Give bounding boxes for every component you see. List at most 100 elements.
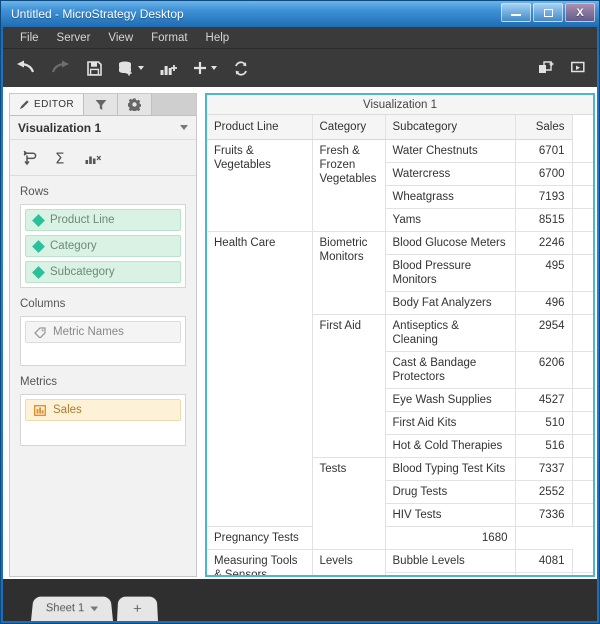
cell-subcategory[interactable]: Eye Wash Supplies bbox=[385, 388, 516, 413]
visualization-type-button[interactable] bbox=[85, 150, 102, 166]
add-sheet-button[interactable]: + bbox=[116, 596, 158, 621]
cell-category[interactable]: Tests bbox=[312, 457, 386, 551]
data-grid: Product Line Category Subcategory Sales … bbox=[207, 115, 593, 575]
cell-sales[interactable]: 4081 bbox=[515, 549, 573, 574]
cell-subcategory[interactable]: Wheatgrass bbox=[385, 185, 516, 210]
save-button[interactable] bbox=[87, 60, 102, 76]
grid-scroll-area[interactable]: Product Line Category Subcategory Sales … bbox=[207, 115, 593, 575]
tab-filters[interactable] bbox=[84, 94, 118, 115]
column-header-subcategory[interactable]: Subcategory bbox=[385, 115, 516, 141]
menu-item-file[interactable]: File bbox=[11, 30, 48, 46]
cell-subcategory[interactable]: Pregnancy Tests bbox=[207, 526, 313, 551]
table-row[interactable]: Health Care Biometric Monitors Blood Gluco… bbox=[207, 231, 593, 528]
cell-sales[interactable]: 2246 bbox=[515, 231, 573, 256]
cell-sales[interactable]: 496 bbox=[515, 291, 573, 316]
tab-settings[interactable] bbox=[118, 94, 152, 115]
menu-item-server[interactable]: Server bbox=[48, 30, 100, 46]
cell-subcategory[interactable]: Hot & Cold Therapies bbox=[385, 434, 516, 459]
maximize-icon bbox=[543, 8, 553, 17]
cell-subcategory[interactable]: Drug Tests bbox=[385, 480, 516, 505]
column-header-category[interactable]: Category bbox=[312, 115, 386, 141]
add-visualization-icon bbox=[160, 64, 177, 75]
cell-sales[interactable]: 6701 bbox=[515, 139, 573, 164]
add-visualization-button[interactable] bbox=[160, 61, 177, 76]
cell-sales[interactable]: 516 bbox=[515, 434, 573, 459]
visualization-selector-label: Visualization 1 bbox=[18, 120, 102, 135]
table-row[interactable]: Pregnancy Tests 1680 bbox=[207, 526, 593, 551]
cell-subcategory[interactable]: Blood Pressure Monitors bbox=[385, 254, 516, 293]
column-header-sales[interactable]: Sales bbox=[515, 115, 573, 141]
cell-subcategory[interactable]: Laser Levels bbox=[385, 572, 516, 575]
undo-button[interactable] bbox=[15, 60, 35, 76]
table-row[interactable]: Measuring Tools & SensorsLevelsBubble Le… bbox=[207, 549, 593, 575]
cell-subcategory[interactable]: Yams bbox=[385, 208, 516, 233]
shelf-rows-dropzone[interactable]: Product Line Category Subcategory bbox=[20, 204, 186, 288]
cell-sales[interactable]: 6206 bbox=[515, 351, 573, 390]
cell-sales[interactable]: 4527 bbox=[515, 388, 573, 413]
shelf-metrics-dropzone[interactable]: Sales bbox=[20, 394, 186, 446]
visualization-panel[interactable]: Visualization 1 Product Line Category Su… bbox=[205, 93, 595, 577]
cell-category[interactable]: Biometric Monitors bbox=[312, 231, 386, 316]
presentation-button[interactable] bbox=[571, 61, 585, 75]
grid-body: Fruits & Vegetables Fresh & Frozen Vegeta… bbox=[207, 139, 593, 575]
cell-sales[interactable]: 1680 bbox=[385, 526, 516, 551]
minimize-button[interactable] bbox=[501, 3, 531, 22]
cell-subcategory[interactable]: Blood Glucose Meters bbox=[385, 231, 516, 256]
cell-subcategory[interactable]: Watercress bbox=[385, 162, 516, 187]
cell-product-line[interactable]: Health Care bbox=[207, 231, 313, 528]
menu-item-help[interactable]: Help bbox=[197, 30, 239, 46]
table-row[interactable]: Fruits & Vegetables Fresh & Frozen Vegeta… bbox=[207, 139, 593, 233]
cell-sales[interactable]: 7336 bbox=[515, 503, 573, 528]
cell-filler bbox=[572, 139, 593, 164]
cell-category[interactable]: First Aid bbox=[312, 314, 386, 459]
cell-sales[interactable]: 2552 bbox=[515, 480, 573, 505]
menu-item-view[interactable]: View bbox=[99, 30, 142, 46]
shelf-metrics: Metrics Sales bbox=[10, 366, 196, 446]
share-button[interactable] bbox=[538, 60, 555, 76]
cell-subcategory[interactable]: First Aid Kits bbox=[385, 411, 516, 436]
cell-subcategory[interactable]: Water Chestnuts bbox=[385, 139, 516, 164]
maximize-button[interactable] bbox=[533, 3, 563, 22]
chevron-down-icon[interactable] bbox=[89, 606, 98, 611]
refresh-button[interactable] bbox=[233, 60, 249, 76]
shelf-item-subcategory[interactable]: Subcategory bbox=[25, 261, 181, 283]
add-data-button[interactable] bbox=[118, 61, 144, 76]
cell-sales[interactable]: 7337 bbox=[515, 457, 573, 482]
cell-subcategory[interactable]: Cast & Bandage Protectors bbox=[385, 351, 516, 390]
menu-item-format[interactable]: Format bbox=[142, 30, 196, 46]
column-header-product-line[interactable]: Product Line bbox=[207, 115, 313, 141]
cell-sales[interactable]: 510 bbox=[515, 411, 573, 436]
cell-sales[interactable]: 495 bbox=[515, 254, 573, 293]
cell-sales[interactable]: 4931 bbox=[515, 572, 573, 575]
close-button[interactable]: X bbox=[565, 3, 595, 22]
cell-category[interactable]: Levels bbox=[312, 549, 386, 575]
cell-sales[interactable]: 2954 bbox=[515, 314, 573, 353]
shelf-item-metric-names[interactable]: Metric Names bbox=[25, 321, 181, 343]
sheet-tab-sheet-1[interactable]: Sheet 1 bbox=[31, 596, 113, 621]
cell-product-line[interactable]: Fruits & Vegetables bbox=[207, 139, 313, 233]
title-bar: Untitled - MicroStrategy Desktop X bbox=[1, 1, 599, 27]
totals-button[interactable]: Σ bbox=[54, 150, 69, 166]
cell-subcategory[interactable]: Antiseptics & Cleaning bbox=[385, 314, 516, 353]
shelf-item-product-line[interactable]: Product Line bbox=[25, 209, 181, 231]
swap-rows-columns-button[interactable] bbox=[22, 150, 38, 166]
shelf-columns-dropzone[interactable]: Metric Names bbox=[20, 316, 186, 366]
application-window: Untitled - MicroStrategy Desktop X File … bbox=[0, 0, 600, 624]
cell-subcategory[interactable]: HIV Tests bbox=[385, 503, 516, 528]
cell-sales[interactable]: 7193 bbox=[515, 185, 573, 210]
cell-filler bbox=[572, 457, 593, 482]
shelf-item-category[interactable]: Category bbox=[25, 235, 181, 257]
cell-subcategory[interactable]: Bubble Levels bbox=[385, 549, 516, 574]
cell-sales[interactable]: 8515 bbox=[515, 208, 573, 233]
cell-category[interactable]: Fresh & Frozen Vegetables bbox=[312, 139, 386, 233]
cell-sales[interactable]: 6700 bbox=[515, 162, 573, 187]
shelf-item-sales[interactable]: Sales bbox=[25, 399, 181, 421]
redo-button[interactable] bbox=[51, 60, 71, 76]
grid-header: Product Line Category Subcategory Sales bbox=[207, 115, 593, 141]
cell-product-line[interactable]: Measuring Tools & Sensors bbox=[207, 549, 313, 575]
visualization-selector[interactable]: Visualization 1 bbox=[10, 116, 196, 140]
cell-subcategory[interactable]: Blood Typing Test Kits bbox=[385, 457, 516, 482]
insert-button[interactable] bbox=[193, 61, 217, 75]
tab-editor[interactable]: EDITOR bbox=[10, 94, 84, 115]
cell-subcategory[interactable]: Body Fat Analyzers bbox=[385, 291, 516, 316]
